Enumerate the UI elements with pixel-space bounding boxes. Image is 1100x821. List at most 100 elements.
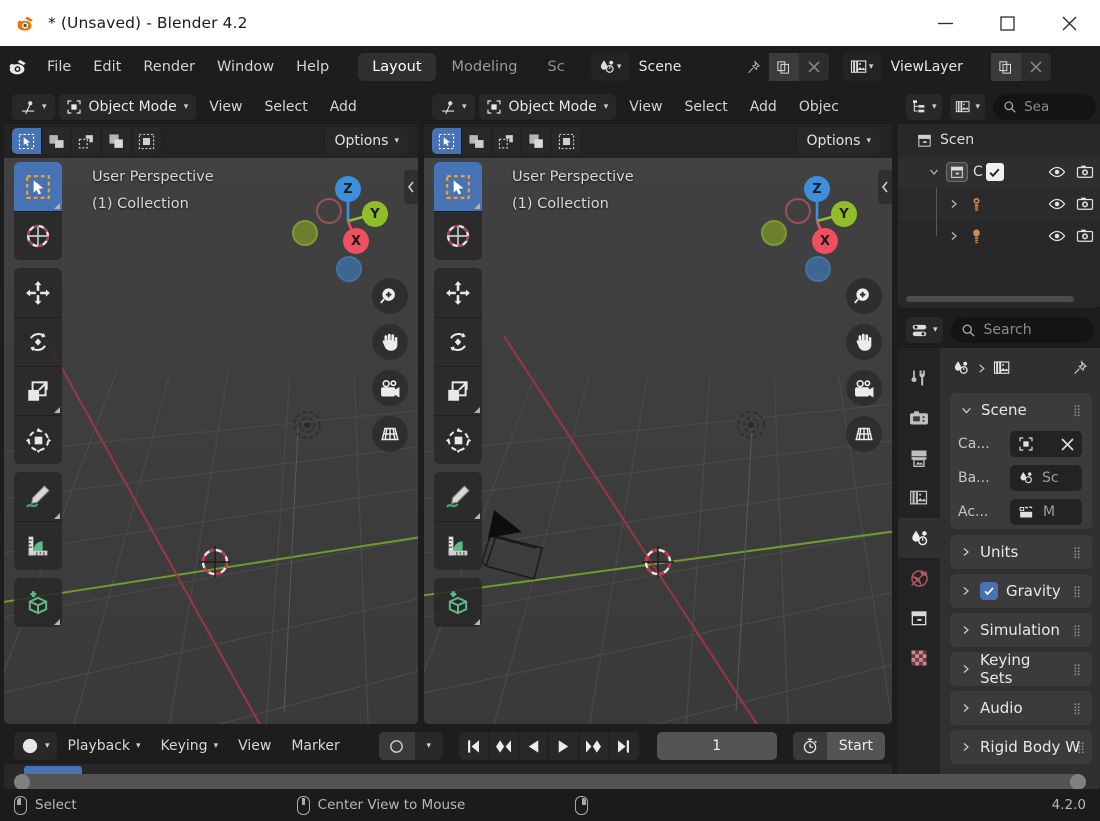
viewport-left-nav-gizmo[interactable]: Z Y X: [286, 168, 388, 282]
chevron-right-icon[interactable]: [960, 585, 972, 597]
world-tab[interactable]: [898, 558, 940, 598]
properties-search-input[interactable]: Search: [950, 317, 1094, 343]
panel-rigid-body-world-header[interactable]: Rigid Body W ⣿: [950, 730, 1092, 764]
measure-tool-icon[interactable]: [434, 521, 482, 570]
viewport-options-button[interactable]: Options ▾: [325, 128, 408, 154]
timeline-editor-icon[interactable]: ▾: [14, 732, 57, 760]
collection-tab[interactable]: [898, 598, 940, 638]
add-cube-tool-icon[interactable]: [14, 578, 62, 627]
cursor-tool-icon[interactable]: [14, 211, 62, 260]
select-mode-box-icon[interactable]: [42, 128, 72, 154]
maximize-icon[interactable]: [976, 0, 1038, 46]
drag-grip-icon[interactable]: ⣿: [1073, 664, 1082, 675]
outliner-horizontal-scrollbar[interactable]: [906, 296, 1074, 302]
collection-exclude-checkbox[interactable]: [985, 163, 1004, 181]
toggle-perspective-icon[interactable]: [846, 416, 882, 452]
select-mode-tweak-icon[interactable]: [432, 128, 462, 154]
gizmo-axis-neg-z[interactable]: [805, 256, 831, 282]
viewport-menu-view[interactable]: View: [620, 96, 671, 118]
output-tab[interactable]: [898, 438, 940, 478]
outliner-row-camera[interactable]: [898, 220, 1100, 252]
tweak-select-tool-icon[interactable]: [434, 162, 482, 211]
viewport-menu-add[interactable]: Add: [741, 96, 786, 118]
transform-tool-icon[interactable]: [434, 415, 482, 464]
scene-name[interactable]: Scene: [628, 53, 739, 81]
scale-tool-icon[interactable]: [434, 366, 482, 415]
zoom-icon[interactable]: [846, 278, 882, 314]
visibility-eye-icon[interactable]: [1048, 227, 1066, 245]
gizmo-axis-z[interactable]: Z: [335, 176, 361, 202]
jump-to-next-keyframe-icon[interactable]: [579, 732, 609, 760]
drag-grip-icon[interactable]: ⣿: [1073, 625, 1082, 636]
select-mode-box-icon[interactable]: [462, 128, 492, 154]
menu-file[interactable]: File: [36, 55, 82, 79]
drag-grip-icon[interactable]: ⣿: [1077, 742, 1086, 753]
chevron-down-icon[interactable]: [960, 404, 973, 417]
render-tab[interactable]: [898, 398, 940, 438]
tab-modeling[interactable]: Modeling: [438, 53, 532, 81]
menu-help[interactable]: Help: [285, 55, 340, 79]
texture-tab[interactable]: [898, 638, 940, 678]
timeline-menu-playback[interactable]: Playback ▾: [59, 732, 150, 760]
remove-viewlayer-icon[interactable]: [1020, 53, 1051, 81]
toggle-perspective-icon[interactable]: [372, 416, 408, 452]
viewport-right-sidebar-toggle[interactable]: [878, 170, 892, 204]
pan-hand-icon[interactable]: [372, 324, 408, 360]
stopwatch-icon[interactable]: [792, 732, 827, 760]
panel-keying-sets-header[interactable]: Keying Sets ⣿: [950, 651, 1092, 687]
gizmo-axis-y[interactable]: Y: [362, 201, 388, 227]
rotate-tool-icon[interactable]: [14, 317, 62, 366]
drag-grip-icon[interactable]: ⣿: [1073, 547, 1082, 558]
outliner-display-mode-icon[interactable]: ▾: [906, 94, 942, 120]
scale-tool-icon[interactable]: [14, 366, 62, 415]
tweak-select-tool-icon[interactable]: [14, 162, 62, 211]
select-mode-tweak-icon[interactable]: [12, 128, 42, 154]
start-frame-field[interactable]: Start: [827, 732, 885, 760]
gizmo-axis-x[interactable]: X: [812, 228, 838, 254]
viewport-menu-select[interactable]: Select: [676, 96, 737, 118]
render-camera-icon[interactable]: [1076, 227, 1094, 245]
close-icon[interactable]: [1038, 0, 1100, 46]
view-layer-icon[interactable]: ▾: [842, 53, 881, 81]
viewlayer-name[interactable]: ViewLayer: [880, 53, 991, 81]
chevron-right-icon[interactable]: [960, 663, 972, 675]
viewport-menu-view[interactable]: View: [200, 96, 251, 118]
select-mode-all-icon[interactable]: [132, 128, 162, 154]
menu-window[interactable]: Window: [206, 55, 285, 79]
jump-to-start-icon[interactable]: [459, 732, 489, 760]
auto-keying-dropdown[interactable]: ▾: [414, 732, 443, 760]
chevron-right-icon[interactable]: [960, 741, 972, 753]
render-camera-icon[interactable]: [1076, 163, 1094, 181]
gizmo-axis-neg-z[interactable]: [336, 256, 362, 282]
drag-grip-icon[interactable]: ⣿: [1073, 703, 1082, 714]
timeline-horizontal-scrollbar[interactable]: [14, 774, 1086, 790]
gizmo-axis-neg-y[interactable]: [761, 220, 787, 246]
select-mode-lasso-icon[interactable]: [522, 128, 552, 154]
cursor-tool-icon[interactable]: [434, 211, 482, 260]
gizmo-axis-x[interactable]: X: [343, 228, 369, 254]
timeline-menu-keying[interactable]: Keying ▾: [152, 732, 228, 760]
add-cube-tool-icon[interactable]: [434, 578, 482, 627]
object-mode-selector[interactable]: Object Mode ▾: [58, 94, 197, 120]
new-scene-icon[interactable]: [768, 53, 799, 81]
viewport-options-button[interactable]: Options ▾: [797, 128, 880, 154]
render-camera-icon[interactable]: [1076, 195, 1094, 213]
move-tool-icon[interactable]: [14, 268, 62, 317]
play-icon[interactable]: [549, 732, 579, 760]
outliner-filter-icon[interactable]: ▾: [949, 94, 986, 120]
select-mode-all-icon[interactable]: [552, 128, 582, 154]
chevron-right-icon[interactable]: [960, 702, 972, 714]
transform-tool-icon[interactable]: [14, 415, 62, 464]
viewport-right-canvas[interactable]: User Perspective (1) Collection Z Y X: [424, 158, 892, 724]
chevron-right-icon[interactable]: [960, 624, 972, 636]
scene-data-icon[interactable]: ▾: [590, 53, 629, 81]
outliner-search-input[interactable]: Sea: [993, 94, 1096, 120]
scrollbar-knob-left[interactable]: [14, 774, 30, 790]
select-mode-circle-icon[interactable]: [72, 128, 102, 154]
drag-grip-icon[interactable]: ⣿: [1073, 405, 1082, 416]
editor-type-3d-icon[interactable]: ▾: [12, 94, 55, 120]
viewport-menu-add[interactable]: Add: [321, 96, 366, 118]
menu-render[interactable]: Render: [132, 55, 206, 79]
gizmo-axis-neg-x[interactable]: [316, 198, 342, 224]
viewport-menu-select[interactable]: Select: [256, 96, 317, 118]
